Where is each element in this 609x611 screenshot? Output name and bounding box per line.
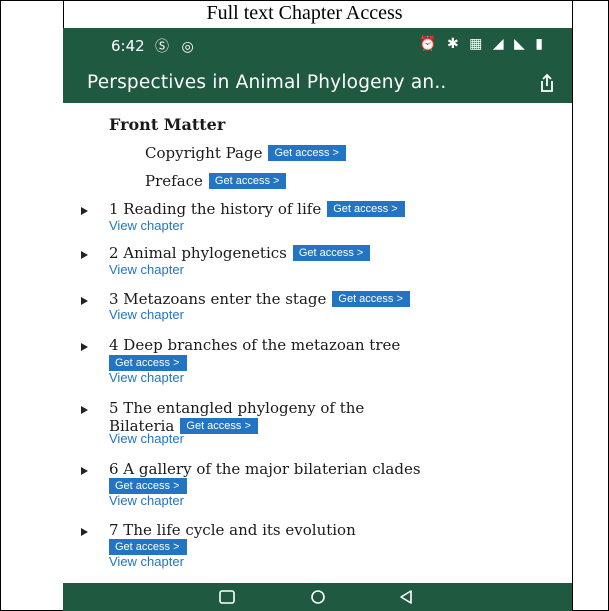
app-bar: 6:42 Ⓢ ◎ ⏰ ✱ ▦ ◢ ◣ ▮ Perspectives in Ani… (63, 28, 572, 103)
get-access-button[interactable]: Get access > (109, 539, 187, 555)
expand-arrow-icon[interactable] (81, 406, 88, 414)
status-time: 6:42 (111, 37, 145, 55)
get-access-button[interactable]: Get access > (268, 145, 346, 161)
chapter-title[interactable]: 3 Metazoans enter the stage (109, 290, 326, 308)
get-access-button[interactable]: Get access > (332, 291, 410, 307)
android-nav-bar (63, 583, 572, 611)
share-icon[interactable] (536, 72, 558, 94)
expand-arrow-icon[interactable] (81, 343, 88, 351)
view-chapter-link[interactable]: View chapter (109, 554, 184, 569)
chapter-title[interactable]: 5 The entangled phylogeny of the (109, 399, 364, 417)
get-access-button[interactable]: Get access > (109, 478, 187, 494)
chapter-title[interactable]: 2 Animal phylogenetics (109, 244, 287, 262)
expand-arrow-icon[interactable] (81, 207, 88, 215)
notification-icons: Ⓢ ◎ (155, 39, 198, 55)
preface-link[interactable]: Preface (145, 172, 203, 190)
front-matter-item-copyright: Copyright Page Get access > (145, 144, 346, 162)
chapter-4: 4 Deep branches of the metazoan tree (109, 336, 400, 354)
view-chapter-link[interactable]: View chapter (109, 262, 184, 277)
figure-caption: Full text Chapter Access (206, 2, 403, 24)
view-chapter-link[interactable]: View chapter (109, 493, 184, 508)
expand-arrow-icon[interactable] (81, 251, 88, 259)
view-chapter-link[interactable]: View chapter (109, 431, 184, 446)
phone-screen: 6:42 Ⓢ ◎ ⏰ ✱ ▦ ◢ ◣ ▮ Perspectives in Ani… (63, 28, 572, 611)
chapter-5: 5 The entangled phylogeny of the (109, 399, 364, 417)
book-title: Perspectives in Animal Phylogeny an.. (87, 72, 447, 93)
chapter-title[interactable]: 4 Deep branches of the metazoan tree (109, 336, 400, 354)
status-bar: 6:42 Ⓢ ◎ ⏰ ✱ ▦ ◢ ◣ ▮ (63, 28, 572, 58)
home-icon[interactable] (309, 589, 327, 605)
expand-arrow-icon[interactable] (81, 297, 88, 305)
get-access-button[interactable]: Get access > (109, 355, 187, 371)
system-status-icons: ⏰ ✱ ▦ ◢ ◣ ▮ (419, 36, 546, 52)
view-chapter-link[interactable]: View chapter (109, 370, 184, 385)
chapter-3: 3 Metazoans enter the stage Get access > (109, 290, 410, 308)
back-icon[interactable] (397, 589, 415, 605)
expand-arrow-icon[interactable] (81, 467, 88, 475)
view-chapter-link[interactable]: View chapter (109, 218, 184, 233)
get-access-button[interactable]: Get access > (292, 245, 371, 261)
recents-icon[interactable] (218, 589, 236, 605)
get-access-button[interactable]: Get access > (208, 173, 287, 189)
chapter-2: 2 Animal phylogenetics Get access > (109, 244, 371, 262)
table-of-contents: Front Matter Copyright Page Get access > … (63, 103, 572, 583)
view-chapter-link[interactable]: View chapter (109, 307, 184, 322)
front-matter-item-preface: Preface Get access > (145, 172, 287, 190)
get-access-button[interactable]: Get access > (327, 201, 405, 217)
get-access-button[interactable]: Get access > (180, 418, 258, 434)
frame-divider-right (572, 1, 573, 610)
chapter-1: 1 Reading the history of life Get access … (109, 200, 405, 218)
chapter-title[interactable]: 1 Reading the history of life (109, 200, 321, 218)
front-matter-heading: Front Matter (109, 115, 226, 134)
expand-arrow-icon[interactable] (81, 528, 88, 536)
copyright-page-link[interactable]: Copyright Page (145, 144, 262, 162)
